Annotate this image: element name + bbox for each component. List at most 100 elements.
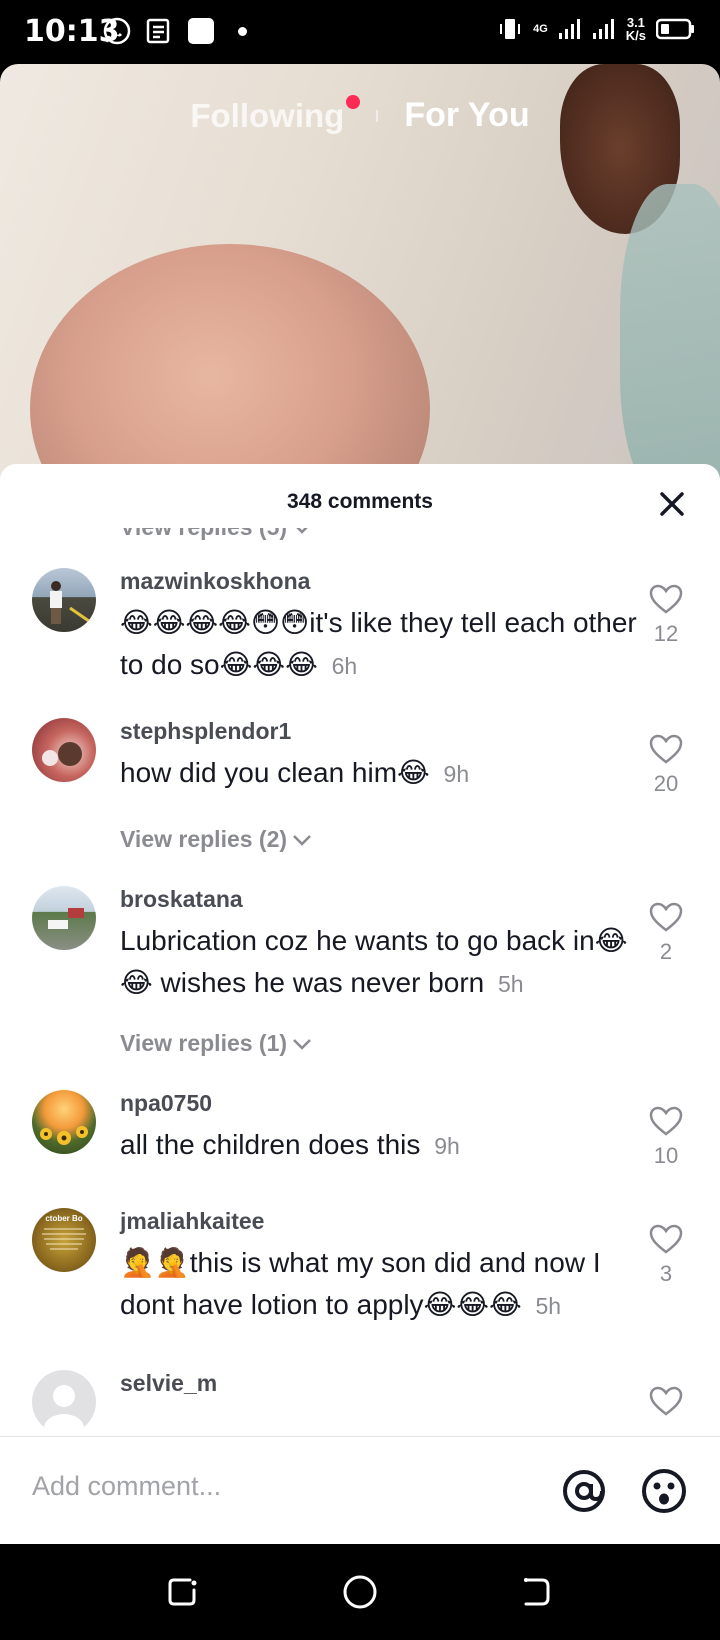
avatar-image [50,581,96,628]
like-button[interactable]: 3 [642,1224,690,1287]
comment-item: stephsplendor1 how did you clean him😂 9h… [0,718,720,808]
comment-text-body-2: wishes he was never born [152,967,485,998]
view-replies-button[interactable]: View replies (2) [120,826,313,853]
heart-icon [649,902,683,932]
heart-icon [649,734,683,764]
close-icon[interactable] [654,486,690,522]
comment-item: mazwinkoskhona 😂😂😂😂😳😳it's like they tell… [0,568,720,698]
avatar[interactable]: ctober Bo [32,1208,96,1272]
avatar[interactable] [32,718,96,782]
comment-text: Lubrication coz he wants to go back in😂😂… [120,920,640,1005]
comment-username[interactable]: jmaliahkaitee [120,1208,264,1235]
status-right-icons: 4G 3.1 K/s [497,16,696,42]
status-bar: 10:13 4G 3.1 K/s [0,0,720,64]
heart-icon [649,1224,683,1254]
comment-username[interactable]: stephsplendor1 [120,718,291,745]
following-notification-dot [346,94,361,109]
comment-text-body: all the children does this [120,1129,421,1160]
avatar[interactable] [32,1090,96,1154]
comments-count-title: 348 comments [287,490,433,513]
heart-icon [649,1386,683,1416]
default-avatar-icon [44,1385,84,1432]
signal-icon-2 [592,19,614,39]
like-button[interactable]: 20 [642,734,690,797]
comment-item: ctober Bo jmaliahkaitee 🤦🤦this is what m… [0,1208,720,1338]
net-speed: 3.1 K/s [626,16,646,42]
comment-username[interactable]: npa0750 [120,1090,212,1117]
add-comment-input[interactable] [32,1471,472,1502]
emoji-icon[interactable] [640,1467,688,1515]
comments-sheet: 348 comments View replies (5) mazwinkosk… [0,464,720,1544]
comment-input-bar [0,1436,720,1544]
news-icon [146,18,170,44]
view-replies-label: View replies (2) [120,826,288,852]
comment-item: selvie_m [0,1370,720,1432]
whatsapp-icon [103,17,131,45]
tab-for-you[interactable]: For You [404,96,529,135]
like-button[interactable]: 10 [642,1106,690,1169]
net-speed-unit: K/s [625,28,646,43]
signal-icon-1 [558,19,580,39]
comment-text: 😂😂😂😂😳😳it's like they tell each other to … [120,602,640,687]
chevron-down-icon [293,1038,311,1050]
like-count: 2 [659,939,673,964]
avatar[interactable] [32,568,96,632]
avatar-image [42,742,82,766]
tab-following-label: Following [190,96,345,134]
like-count: 3 [659,1261,673,1286]
like-count: 10 [653,1143,679,1168]
chevron-down-icon [293,834,311,846]
view-replies-label: View replies (1) [120,1030,288,1056]
like-count: 12 [653,621,679,646]
status-notification-icons [102,16,247,46]
comment-text: all the children does this 9h [120,1124,640,1167]
avatar[interactable] [32,886,96,950]
comment-text: 🤦🤦this is what my son did and now I dont… [120,1242,640,1327]
tab-following[interactable]: Following [190,94,361,135]
vibrate-icon [500,19,521,39]
like-button[interactable] [642,1386,690,1421]
home-icon[interactable] [340,1572,380,1612]
heart-icon [649,584,683,614]
comment-text: how did you clean him😂 9h [120,752,640,795]
more-notifications-dot [238,26,247,36]
chevron-down-icon [296,528,308,534]
view-replies-button[interactable]: View replies (5) [120,528,313,541]
app-notification-icon [188,18,214,44]
system-navigation-bar [0,1544,720,1640]
like-button[interactable]: 2 [642,902,690,965]
avatar[interactable] [32,1370,96,1432]
heart-icon [649,1106,683,1136]
video-subject [30,244,430,484]
avatar-image [48,908,84,929]
view-replies-button[interactable]: View replies (1) [120,1030,313,1057]
video-content-detail [620,184,720,484]
comment-time: 9h [434,1133,460,1159]
battery-icon [656,18,694,40]
avatar-image [40,1126,88,1145]
comment-text-body: how did you clean him [120,757,398,788]
laughing-emoji-icon: 😂😂😂 [219,649,318,680]
laughing-emoji-icon: 😂 [397,757,430,788]
recent-apps-icon[interactable] [164,1572,204,1612]
comment-item: npa0750 all the children does this 9h 10 [0,1090,720,1180]
avatar-image [42,1228,86,1250]
comment-time: 5h [535,1293,562,1319]
view-replies-label: View replies (5) [120,528,287,541]
facepalm-emoji-icon: 🤦🤦 [120,1247,190,1278]
comment-text-body: this is what my son did and now I dont h… [120,1247,601,1320]
laughing-emoji-icon: 😂😂😂 [423,1289,522,1320]
comments-list[interactable]: View replies (5) mazwinkoskhona 😂😂😂😂😳😳it… [0,528,720,1432]
comment-time: 9h [443,761,470,787]
like-button[interactable]: 12 [642,584,690,647]
avatar-text: ctober Bo [45,1214,83,1223]
comment-username[interactable]: mazwinkoskhona [120,568,310,595]
back-icon[interactable] [516,1572,556,1612]
comment-text-body: Lubrication coz he wants to go back in [120,925,595,956]
comment-time: 5h [498,971,524,997]
feed-tabs: Following For You [0,94,720,135]
mention-icon[interactable] [560,1467,608,1515]
comment-username[interactable]: broskatana [120,886,243,913]
like-count: 20 [653,771,679,796]
comment-username[interactable]: selvie_m [120,1370,217,1397]
